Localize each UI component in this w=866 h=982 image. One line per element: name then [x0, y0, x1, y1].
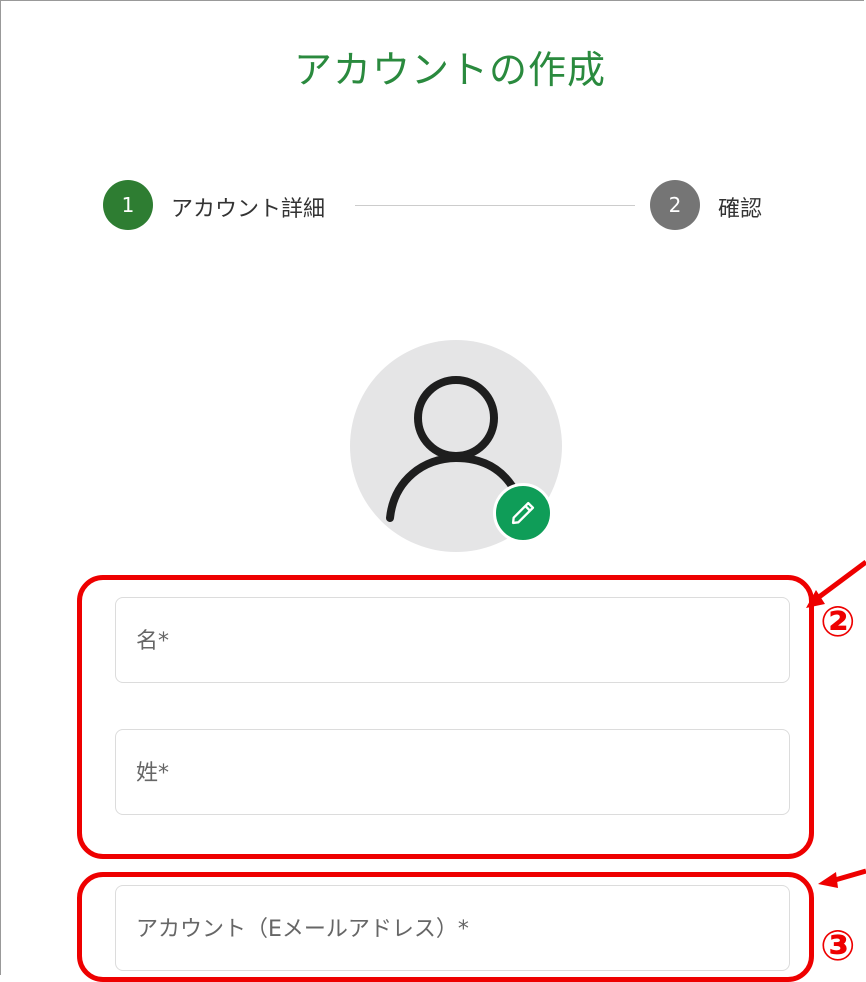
annotation-arrows: [806, 559, 866, 888]
annotation-arrow-2: [813, 559, 866, 603]
annotation-number-2: ②: [820, 597, 856, 646]
annotation-number-3: ③: [820, 921, 856, 970]
annotation-arrowhead-3: [818, 872, 838, 888]
annotation-arrow-3: [834, 868, 866, 883]
